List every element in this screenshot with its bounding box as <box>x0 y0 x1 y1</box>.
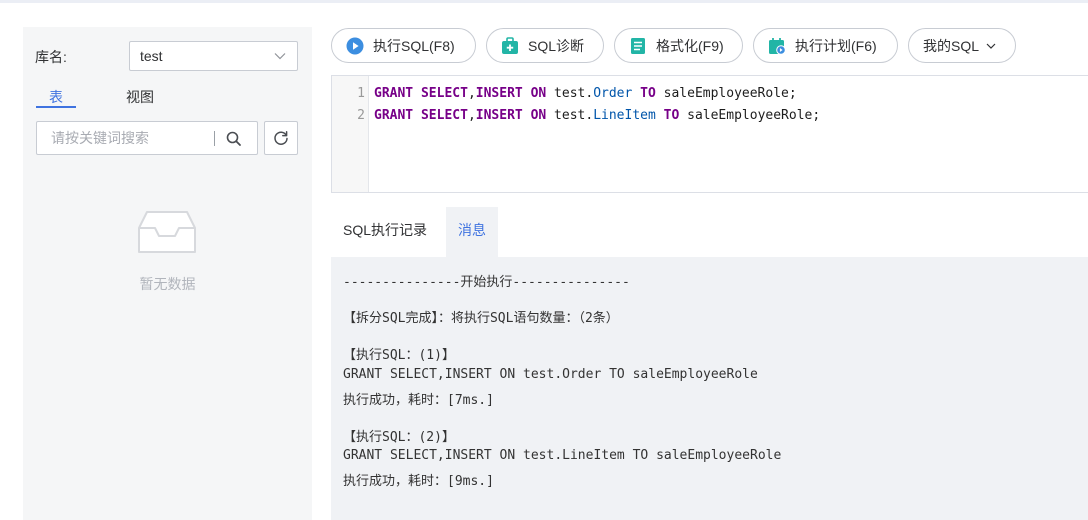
output-line: ---------------开始执行--------------- <box>343 275 630 290</box>
keyword: SELECT <box>420 86 468 101</box>
tab-messages[interactable]: 消息 <box>446 207 498 257</box>
line-number: 2 <box>357 108 365 123</box>
run-sql-label: 执行SQL(F8) <box>373 37 455 54</box>
sidebar: 库名: test 表 视图 暂无数据 <box>23 27 312 520</box>
run-sql-button[interactable]: 执行SQL(F8) <box>331 28 476 63</box>
plan-calendar-icon <box>769 37 786 55</box>
tab-sql-history[interactable]: SQL执行记录 <box>331 207 439 257</box>
db-select-value: test <box>140 48 163 64</box>
keyword: ON <box>530 86 547 101</box>
keyword: GRANT <box>374 108 414 123</box>
output-line: GRANT SELECT,INSERT ON test.LineItem TO … <box>343 448 782 463</box>
keyword: TO <box>640 86 656 101</box>
line-gutter: 1 2 <box>332 76 369 192</box>
top-divider <box>0 0 1088 3</box>
refresh-button[interactable] <box>264 121 298 155</box>
tab-view[interactable]: 视图 <box>126 87 154 107</box>
output-line: 执行成功，耗时：[7ms.] <box>343 393 494 408</box>
code-text: saleEmployeeRole; <box>655 86 797 101</box>
keyword: GRANT <box>374 86 414 101</box>
refresh-icon <box>274 131 288 145</box>
message-output: ---------------开始执行--------------- 【拆分SQ… <box>331 257 1088 520</box>
sql-diagnose-label: SQL诊断 <box>528 37 585 54</box>
code-text: , <box>467 86 476 101</box>
output-line: 【执行SQL：(1)】 <box>343 348 455 363</box>
empty-text: 暂无数据 <box>139 276 196 292</box>
format-doc-icon <box>631 37 645 54</box>
keyword: INSERT <box>475 108 523 123</box>
sql-diagnose-button[interactable]: SQL诊断 <box>486 28 604 63</box>
code-line[interactable]: GRANT SELECT,INSERT ON test.Order TO sal… <box>374 86 797 101</box>
db-label: 库名: <box>35 49 67 65</box>
output-line: GRANT SELECT,INSERT ON test.Order TO sal… <box>343 367 758 382</box>
chevron-down-icon <box>274 53 286 60</box>
keyword: INSERT <box>475 86 523 101</box>
code-text: , <box>467 108 476 123</box>
search-box <box>36 121 258 155</box>
explain-plan-label: 执行计划(F6) <box>795 37 877 54</box>
chevron-down-icon <box>986 43 996 49</box>
my-sql-dropdown[interactable]: 我的SQL <box>908 28 1016 63</box>
object-name: LineItem <box>593 108 656 123</box>
sql-editor[interactable]: 1 2 GRANT SELECT,INSERT ON test.Order TO… <box>331 75 1088 193</box>
db-select[interactable]: test <box>129 41 298 71</box>
search-divider <box>214 131 215 146</box>
output-line: 执行成功，耗时：[9ms.] <box>343 474 494 489</box>
code-text: saleEmployeeRole; <box>679 108 821 123</box>
code-line[interactable]: GRANT SELECT,INSERT ON test.LineItem TO … <box>374 108 820 123</box>
tab-active-indicator <box>36 106 76 108</box>
keyword: ON <box>530 108 547 123</box>
line-number: 1 <box>357 86 365 101</box>
play-icon <box>346 37 364 54</box>
my-sql-label: 我的SQL <box>923 37 980 54</box>
keyword: SELECT <box>420 108 468 123</box>
keyword: TO <box>663 108 680 123</box>
empty-inbox-icon <box>138 211 196 253</box>
output-line: 【拆分SQL完成】：将执行SQL语句数量：（2条） <box>343 311 619 326</box>
format-button[interactable]: 格式化(F9) <box>614 28 743 63</box>
code-text: test. <box>546 86 594 101</box>
code-text: test. <box>546 108 594 123</box>
medkit-icon <box>502 36 518 54</box>
search-icon[interactable] <box>225 130 243 148</box>
search-input[interactable] <box>38 123 208 153</box>
format-label: 格式化(F9) <box>656 37 724 54</box>
explain-plan-button[interactable]: 执行计划(F6) <box>753 28 898 63</box>
output-line: 【执行SQL：(2)】 <box>343 430 455 445</box>
object-name: Order <box>593 86 633 101</box>
